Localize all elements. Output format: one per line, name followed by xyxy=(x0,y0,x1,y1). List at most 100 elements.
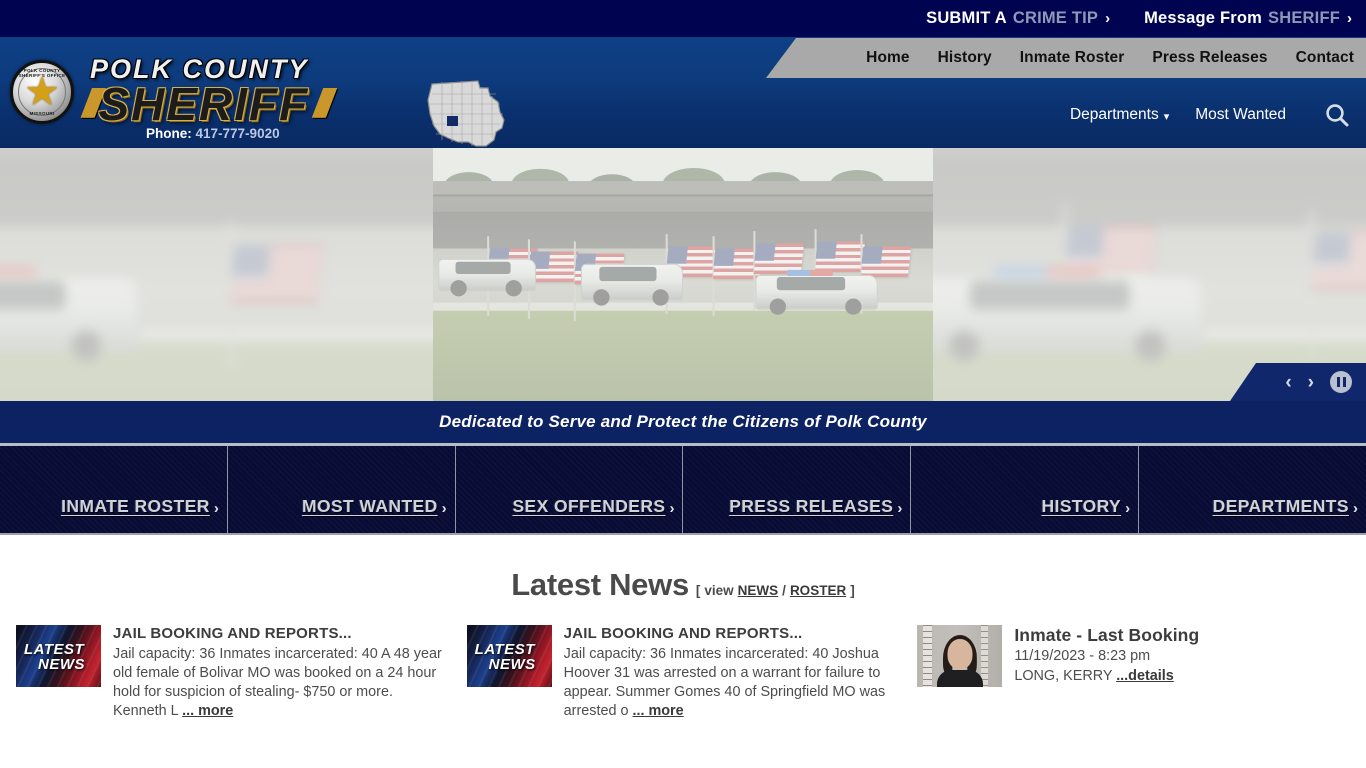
inmate-details-link[interactable]: ...details xyxy=(1116,668,1174,684)
news-body: JAIL BOOKING AND REPORTS... Jail capacit… xyxy=(564,625,900,721)
crime-tip-strong-text: SUBMIT A xyxy=(926,9,1007,27)
quick-link-label: INMATE ROSTER xyxy=(61,496,210,516)
quick-links-row: INMATE ROSTER › MOST WANTED › SEX OFFEND… xyxy=(0,443,1366,535)
inmate-last-booking-item[interactable]: Inmate - Last Booking 11/19/2023 - 8:23 … xyxy=(917,625,1350,721)
chevron-right-icon: › xyxy=(1125,500,1131,517)
primary-nav: Home History Inmate Roster Press Release… xyxy=(866,38,1354,78)
inmate-name: LONG, KERRY xyxy=(1014,668,1113,685)
news-body: JAIL BOOKING AND REPORTS... Jail capacit… xyxy=(113,625,449,721)
view-roster-link[interactable]: ROSTER xyxy=(790,583,846,598)
news-excerpt-text: Jail capacity: 36 Inmates incarcerated: … xyxy=(113,646,442,720)
message-dim-text: SHERIFF xyxy=(1268,9,1340,27)
hero-slide-current[interactable] xyxy=(433,148,934,401)
chevron-right-icon: › xyxy=(1347,10,1352,27)
nav-item-contact[interactable]: Contact xyxy=(1296,49,1354,67)
quick-link-label: HISTORY xyxy=(1041,496,1122,516)
search-button[interactable] xyxy=(1320,98,1354,132)
page-title: Latest News xyxy=(511,567,689,602)
phone-value: 417-777-9020 xyxy=(195,126,280,141)
submit-crime-tip-link[interactable]: SUBMIT A CRIME TIP › xyxy=(926,9,1110,28)
missouri-map-block: Missouri xyxy=(418,76,514,148)
news-more-link[interactable]: ... more xyxy=(182,703,233,719)
phone-number: Phone: 417-777-9020 xyxy=(146,126,280,141)
bracket-open: [ xyxy=(695,583,701,598)
chevron-right-icon: › xyxy=(1105,10,1111,27)
latest-news-thumbnail: LATEST NEWS xyxy=(466,625,552,687)
hero-scene-photo xyxy=(0,148,433,401)
phone-label: Phone: xyxy=(146,126,192,141)
slider-pause-button[interactable] xyxy=(1330,371,1352,393)
news-excerpt-text: Jail capacity: 36 Inmates incarcerated: … xyxy=(563,646,886,720)
quick-link-most-wanted[interactable]: MOST WANTED › xyxy=(227,446,456,533)
news-item-excerpt: Jail capacity: 36 Inmates incarcerated: … xyxy=(564,645,900,721)
top-utility-bar: SUBMIT A CRIME TIP › Message From SHERIF… xyxy=(0,0,1366,38)
wordmark: POLK COUNTY //// SHERIFF //// xyxy=(82,44,334,130)
news-item-title: JAIL BOOKING AND REPORTS... xyxy=(563,625,803,642)
news-item-title: JAIL BOOKING AND REPORTS... xyxy=(113,625,352,642)
search-icon xyxy=(1326,104,1349,127)
site-header: Home History Inmate Roster Press Release… xyxy=(0,38,1366,148)
nav-item-home[interactable]: Home xyxy=(866,49,909,67)
quick-link-label: DEPARTMENTS xyxy=(1212,496,1349,516)
nav-item-inmate-roster[interactable]: Inmate Roster xyxy=(1020,49,1125,67)
sheriff-badge-icon: POLK COUNTY SHERIFF'S OFFICE ★ MISSOURI xyxy=(10,60,74,124)
message-strong-text: Message From xyxy=(1144,9,1263,27)
slash-separator: / xyxy=(782,583,786,598)
quick-link-press-releases[interactable]: PRESS RELEASES › xyxy=(683,446,912,533)
hero-slide-previous[interactable] xyxy=(0,148,433,401)
chevron-right-icon: › xyxy=(897,500,903,517)
thumbnail-text-news: NEWS xyxy=(488,656,536,673)
quick-link-label: SEX OFFENDERS xyxy=(512,496,666,516)
view-label: view xyxy=(704,583,734,598)
right-slash-decoration: //// xyxy=(313,81,334,126)
nav-item-press-releases[interactable]: Press Releases xyxy=(1152,49,1267,67)
missouri-map-icon xyxy=(427,80,505,147)
news-item[interactable]: LATEST NEWS JAIL BOOKING AND REPORTS... … xyxy=(466,625,900,721)
star-icon: ★ xyxy=(24,70,60,114)
nav-item-most-wanted[interactable]: Most Wanted xyxy=(1195,106,1286,124)
quick-link-inmate-roster[interactable]: INMATE ROSTER › xyxy=(0,446,228,533)
bracket-close: ] xyxy=(850,583,855,598)
pause-icon-bar xyxy=(1342,377,1346,387)
pause-icon-bar xyxy=(1336,377,1340,387)
latest-news-section: Latest News [ view NEWS / ROSTER ] LATES… xyxy=(0,535,1366,722)
news-item[interactable]: LATEST NEWS JAIL BOOKING AND REPORTS... … xyxy=(16,625,449,721)
news-grid: LATEST NEWS JAIL BOOKING AND REPORTS... … xyxy=(0,625,1366,721)
nav-item-history[interactable]: History xyxy=(938,49,992,67)
slider-next-button[interactable]: › xyxy=(1308,373,1314,392)
news-view-links: [ view NEWS / ROSTER ] xyxy=(696,583,855,598)
view-news-link[interactable]: NEWS xyxy=(738,583,779,598)
wordmark-sheriff: SHERIFF xyxy=(98,78,310,130)
slider-prev-button[interactable]: ‹ xyxy=(1285,373,1291,392)
inmate-booking-title: Inmate - Last Booking xyxy=(1014,625,1200,645)
quick-link-departments[interactable]: DEPARTMENTS › xyxy=(1139,446,1366,533)
thumbnail-text-news: NEWS xyxy=(38,656,85,673)
hero-scene-photo xyxy=(433,148,934,401)
quick-link-label: PRESS RELEASES xyxy=(729,496,894,516)
nav-item-departments-label: Departments xyxy=(1069,106,1159,123)
quick-link-sex-offenders[interactable]: SEX OFFENDERS › xyxy=(455,446,684,533)
secondary-nav: Departments ▾ Most Wanted xyxy=(1070,90,1354,140)
chevron-right-icon: › xyxy=(213,500,219,517)
quick-link-label: MOST WANTED xyxy=(302,496,438,516)
latest-news-header: Latest News [ view NEWS / ROSTER ] xyxy=(0,567,1366,603)
site-tagline: Dedicated to Serve and Protect the Citiz… xyxy=(0,401,1366,443)
nav-item-most-wanted-label: Most Wanted xyxy=(1195,106,1286,123)
nav-item-departments[interactable]: Departments ▾ xyxy=(1070,106,1169,124)
inmate-body: Inmate - Last Booking 11/19/2023 - 8:23 … xyxy=(1014,625,1350,721)
chevron-right-icon: › xyxy=(1352,500,1358,517)
hero-slider: ‹ › xyxy=(0,148,1366,401)
quick-link-history[interactable]: HISTORY › xyxy=(911,446,1140,533)
site-logo[interactable]: POLK COUNTY SHERIFF'S OFFICE ★ MISSOURI … xyxy=(10,44,334,130)
news-more-link[interactable]: ... more xyxy=(632,703,683,719)
crime-tip-dim-text: CRIME TIP xyxy=(1012,9,1099,27)
latest-news-thumbnail: LATEST NEWS xyxy=(16,625,101,687)
badge-bottom-text: MISSOURI xyxy=(29,111,55,116)
left-slash-decoration: //// xyxy=(82,81,103,126)
inmate-booking-name-row: LONG, KERRY ...details xyxy=(1014,666,1350,686)
chevron-right-icon: › xyxy=(441,500,447,517)
inmate-booking-timestamp: 11/19/2023 - 8:23 pm xyxy=(1014,648,1151,664)
chevron-right-icon: › xyxy=(669,500,675,517)
message-from-sheriff-link[interactable]: Message From SHERIFF › xyxy=(1144,9,1352,28)
chevron-down-icon: ▾ xyxy=(1163,110,1170,123)
